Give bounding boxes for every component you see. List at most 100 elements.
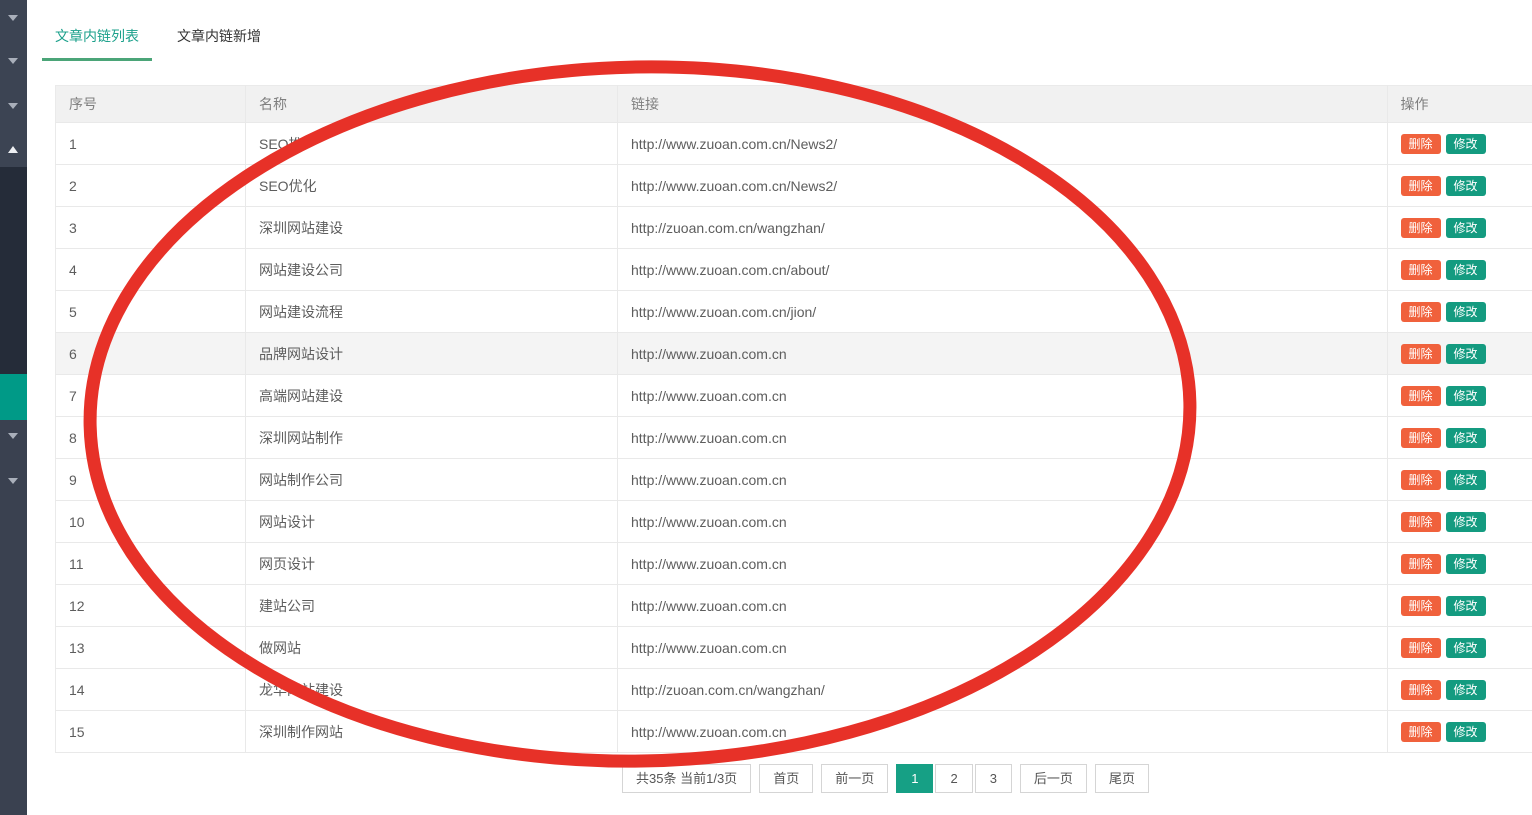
pagination-summary: 共35条 当前1/3页 [622, 764, 751, 793]
row-actions-cell: 删除修改 [1387, 333, 1532, 375]
modify-button[interactable]: 修改 [1446, 386, 1486, 406]
table-row: 10网站设计http://www.zuoan.com.cn删除修改 [56, 501, 1532, 543]
chevron-up-icon[interactable] [8, 146, 18, 153]
table-row: 4网站建设公司http://www.zuoan.com.cn/about/删除修… [56, 249, 1532, 291]
row-name-cell: 网站建设公司 [246, 249, 618, 291]
row-link-cell: http://zuoan.com.cn/wangzhan/ [618, 669, 1388, 711]
pagination-first-button[interactable]: 首页 [759, 764, 813, 793]
modify-button[interactable]: 修改 [1446, 722, 1486, 742]
delete-button[interactable]: 删除 [1401, 596, 1441, 616]
table-row: 2SEO优化http://www.zuoan.com.cn/News2/删除修改 [56, 165, 1532, 207]
row-link-cell: http://www.zuoan.com.cn [618, 375, 1388, 417]
row-number-cell: 12 [56, 585, 246, 627]
sidebar-section-top [0, 0, 27, 167]
chevron-down-icon[interactable] [8, 433, 18, 439]
row-name-cell: 深圳网站建设 [246, 207, 618, 249]
sidebar-active-indicator [0, 374, 27, 420]
row-name-cell: SEO推广 [246, 123, 618, 165]
delete-button[interactable]: 删除 [1401, 512, 1441, 532]
modify-button[interactable]: 修改 [1446, 176, 1486, 196]
pagination-prev-button[interactable]: 前一页 [821, 764, 888, 793]
row-number-cell: 3 [56, 207, 246, 249]
row-number-cell: 1 [56, 123, 246, 165]
pagination-last-button[interactable]: 尾页 [1095, 764, 1149, 793]
table-row: 12建站公司http://www.zuoan.com.cn删除修改 [56, 585, 1532, 627]
delete-button[interactable]: 删除 [1401, 722, 1441, 742]
row-number-cell: 13 [56, 627, 246, 669]
chevron-down-icon[interactable] [8, 58, 18, 64]
modify-button[interactable]: 修改 [1446, 512, 1486, 532]
modify-button[interactable]: 修改 [1446, 554, 1486, 574]
row-name-cell: 深圳网站制作 [246, 417, 618, 459]
modify-button[interactable]: 修改 [1446, 302, 1486, 322]
modify-button[interactable]: 修改 [1446, 470, 1486, 490]
row-actions-cell: 删除修改 [1387, 669, 1532, 711]
delete-button[interactable]: 删除 [1401, 680, 1441, 700]
table-row: 11网页设计http://www.zuoan.com.cn删除修改 [56, 543, 1532, 585]
pagination-next-button[interactable]: 后一页 [1020, 764, 1087, 793]
row-link-cell: http://www.zuoan.com.cn [618, 417, 1388, 459]
table-row: 3深圳网站建设http://zuoan.com.cn/wangzhan/删除修改 [56, 207, 1532, 249]
modify-button[interactable]: 修改 [1446, 680, 1486, 700]
row-actions-cell: 删除修改 [1387, 417, 1532, 459]
row-number-cell: 15 [56, 711, 246, 753]
row-actions-cell: 删除修改 [1387, 501, 1532, 543]
row-actions-cell: 删除修改 [1387, 585, 1532, 627]
modify-button[interactable]: 修改 [1446, 344, 1486, 364]
modify-button[interactable]: 修改 [1446, 134, 1486, 154]
table-row: 9网站制作公司http://www.zuoan.com.cn删除修改 [56, 459, 1532, 501]
row-actions-cell: 删除修改 [1387, 543, 1532, 585]
modify-button[interactable]: 修改 [1446, 596, 1486, 616]
delete-button[interactable]: 删除 [1401, 554, 1441, 574]
row-link-cell: http://zuoan.com.cn/wangzhan/ [618, 207, 1388, 249]
delete-button[interactable]: 删除 [1401, 428, 1441, 448]
tab-article-links-list[interactable]: 文章内链列表 [42, 26, 152, 61]
main-content: 文章内链列表 文章内链新增 序号 名称 链接 操作 1SEO推广http://w… [27, 0, 1532, 815]
delete-button[interactable]: 删除 [1401, 176, 1441, 196]
chevron-down-icon[interactable] [8, 15, 18, 21]
article-links-table: 序号 名称 链接 操作 1SEO推广http://www.zuoan.com.c… [55, 85, 1532, 753]
row-name-cell: 做网站 [246, 627, 618, 669]
pagination-page-button[interactable]: 2 [935, 764, 972, 793]
delete-button[interactable]: 删除 [1401, 386, 1441, 406]
table-row: 5网站建设流程http://www.zuoan.com.cn/jion/删除修改 [56, 291, 1532, 333]
row-link-cell: http://www.zuoan.com.cn [618, 459, 1388, 501]
row-name-cell: 建站公司 [246, 585, 618, 627]
delete-button[interactable]: 删除 [1401, 638, 1441, 658]
chevron-down-icon[interactable] [8, 478, 18, 484]
pagination-page-button[interactable]: 3 [975, 764, 1012, 793]
modify-button[interactable]: 修改 [1446, 428, 1486, 448]
delete-button[interactable]: 删除 [1401, 470, 1441, 490]
table-row: 6品牌网站设计http://www.zuoan.com.cn删除修改 [56, 333, 1532, 375]
table-row: 8深圳网站制作http://www.zuoan.com.cn删除修改 [56, 417, 1532, 459]
delete-button[interactable]: 删除 [1401, 344, 1441, 364]
row-link-cell: http://www.zuoan.com.cn/about/ [618, 249, 1388, 291]
delete-button[interactable]: 删除 [1401, 134, 1441, 154]
row-link-cell: http://www.zuoan.com.cn [618, 333, 1388, 375]
row-actions-cell: 删除修改 [1387, 459, 1532, 501]
row-actions-cell: 删除修改 [1387, 249, 1532, 291]
table-header-row: 序号 名称 链接 操作 [56, 86, 1532, 123]
row-number-cell: 7 [56, 375, 246, 417]
row-name-cell: 品牌网站设计 [246, 333, 618, 375]
table-row: 15深圳制作网站http://www.zuoan.com.cn删除修改 [56, 711, 1532, 753]
sidebar-section-middle [0, 167, 27, 374]
modify-button[interactable]: 修改 [1446, 260, 1486, 280]
table-row: 1SEO推广http://www.zuoan.com.cn/News2/删除修改 [56, 123, 1532, 165]
row-name-cell: 网站制作公司 [246, 459, 618, 501]
tab-bar: 文章内链列表 文章内链新增 [27, 0, 1532, 61]
table-row: 13做网站http://www.zuoan.com.cn删除修改 [56, 627, 1532, 669]
modify-button[interactable]: 修改 [1446, 218, 1486, 238]
tab-article-links-add[interactable]: 文章内链新增 [164, 26, 274, 61]
row-name-cell: 网站设计 [246, 501, 618, 543]
delete-button[interactable]: 删除 [1401, 260, 1441, 280]
row-actions-cell: 删除修改 [1387, 123, 1532, 165]
delete-button[interactable]: 删除 [1401, 302, 1441, 322]
pagination-page-button[interactable]: 1 [896, 764, 933, 793]
modify-button[interactable]: 修改 [1446, 638, 1486, 658]
row-link-cell: http://www.zuoan.com.cn/jion/ [618, 291, 1388, 333]
chevron-down-icon[interactable] [8, 103, 18, 109]
column-header-actions: 操作 [1387, 86, 1532, 123]
row-name-cell: SEO优化 [246, 165, 618, 207]
delete-button[interactable]: 删除 [1401, 218, 1441, 238]
